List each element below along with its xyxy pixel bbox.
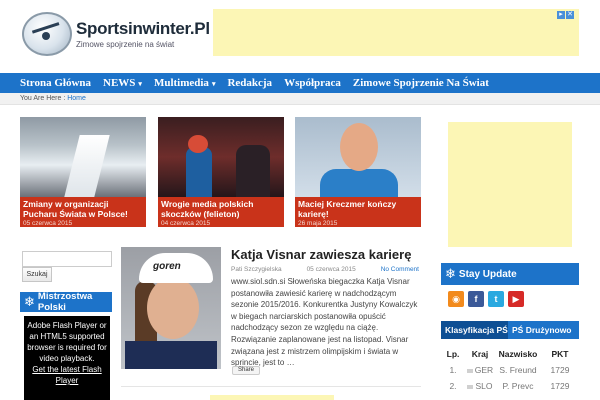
site-logo[interactable]: Sportsinwinter.Pl Zimowe spojrzenie na ś… [22,12,210,56]
country-code: SLO [475,381,493,391]
video-player[interactable]: Adobe Flash Player or an HTML5 supported… [24,316,110,400]
breadcrumb: You Are Here : Home [20,95,86,102]
article-title[interactable]: Katja Visnar zawiesza karierę [231,247,411,262]
share-button[interactable]: Share [232,366,260,375]
country-code: GER [474,365,494,375]
featured-tile-2[interactable]: Wrogie media polskich skoczków (felieton… [158,117,284,227]
site-header: Sportsinwinter.Pl Zimowe spojrzenie na ś… [0,0,600,73]
athlete-portrait-image [295,117,421,199]
article-divider [121,386,421,387]
article-date: 05 czerwca 2015 [306,266,356,273]
search-button[interactable]: Szukaj [22,267,52,282]
site-title: Sportsinwinter.Pl [76,19,210,38]
nav-item-label: Współpraca [284,77,341,89]
breadcrumb-bar: You Are Here : Home [0,93,600,105]
article-meta: Pati Szczygielska 05 czerwca 2015 No Com… [231,266,419,273]
chevron-down-icon: ▾ [138,80,142,88]
col-lp: Lp. [446,349,460,359]
name-cell[interactable]: S. Freund [495,365,541,375]
table-header-row: Lp. Kraj Nazwisko PKT [441,346,579,362]
social-links: ◉ f t ▶ [448,291,524,307]
nav-item-label: NEWS [103,77,136,89]
featured-date: 04 czerwca 2015 [161,220,211,227]
ski-jumpers-media-image [158,117,284,197]
name-cell[interactable]: P. Prevc [495,381,541,391]
widget-title: Mistrzostwa Polski [37,291,93,313]
cap-logo-text: goren [153,261,181,272]
stay-update-title: Stay Update [458,268,517,280]
nav-item-5[interactable]: Zimowe Spojrzenie Na Świat [353,77,489,89]
sidebar-ad-banner[interactable] [448,122,572,247]
bottom-ad-banner[interactable] [210,395,334,400]
col-nazwisko: Nazwisko [498,349,538,359]
flash-required-text: Adobe Flash Player or an HTML5 supported… [27,321,107,363]
featured-title[interactable]: Zmiany w organizacji Pucharu Świata w Po… [23,199,143,219]
col-kraj: Kraj [471,349,489,359]
snowflake-icon: ❄ [24,294,35,309]
snowflake-icon: ❄ [445,266,456,281]
points-cell: 1729 [550,365,570,375]
table-row: 1. GER S. Freund 1729 [441,362,579,378]
breadcrumb-prefix: You Are Here : [20,95,66,102]
rank-cell: 1. [449,365,457,375]
ski-jump-hill-image [20,117,146,197]
site-tagline: Zimowe spojrzenie na świat [76,40,175,49]
featured-title[interactable]: Wrogie media polskich skoczków (felieton… [161,199,281,219]
featured-title[interactable]: Maciej Kreczmer kończy karierę! [298,199,418,219]
rank-cell: 2. [449,381,457,391]
nav-item-label: Redakcja [227,77,273,89]
rss-icon[interactable]: ◉ [448,291,464,307]
nav-item-label: Strona Główna [20,77,92,89]
facebook-icon[interactable]: f [468,291,484,307]
featured-date: 26 maja 2015 [298,220,338,227]
nav-item-label: Multimedia [153,77,209,89]
flag-icon [466,368,473,373]
stay-update-header: ❄ Stay Update [441,263,579,285]
featured-tile-1[interactable]: Zmiany w organizacji Pucharu Świata w Po… [20,117,146,227]
points-cell: 1729 [550,381,570,391]
nav-item-2[interactable]: Multimedia ▾ [154,77,216,89]
ranking-tabs: Klasyfikacja PŚ PŚ Drużynowo [441,321,579,339]
youtube-icon[interactable]: ▶ [508,291,524,307]
article-excerpt: www.siol.sdn.si Słoweńska biegaczka Katj… [231,277,418,368]
article-comments-link[interactable]: No Comment [381,266,419,273]
tab-klasyfikacja-ps[interactable]: Klasyfikacja PŚ [441,321,508,339]
article-author[interactable]: Pati Szczygielska [231,266,282,273]
nav-item-1[interactable]: NEWS ▾ [103,77,142,89]
article-thumbnail[interactable]: goren [121,247,221,369]
top-ad-banner[interactable]: ▸ ✕ [213,9,579,56]
featured-date: 05 czerwca 2015 [23,220,73,227]
twitter-icon[interactable]: t [488,291,504,307]
main-nav: Strona Główna NEWS ▾ Multimedia ▾ Redakcja Wsp… [0,73,600,93]
nav-item-label: Zimowe Spojrzenie Na Świat [352,77,489,89]
search-input[interactable] [22,251,112,267]
ad-choices-icon[interactable]: ▸ ✕ [557,11,575,19]
tab-ps-druzynowo[interactable]: PŚ Drużynowo [508,321,579,339]
country-cell: GER [465,365,495,375]
nav-item-3[interactable]: Redakcja [227,77,272,89]
widget-header-mistrzostwa: ❄ Mistrzostwa Polski [20,291,112,313]
col-pkt: PKT [551,349,569,359]
nav-item-4[interactable]: Współpraca [284,77,341,89]
chevron-down-icon: ▾ [211,80,216,88]
breadcrumb-home-link[interactable]: Home [67,95,86,102]
flag-icon [467,384,474,389]
table-row: 2. SLO P. Prevc 1729 [441,378,579,394]
ski-jumper-logo-icon [22,12,72,56]
nav-item-0[interactable]: Strona Główna [20,77,91,89]
featured-tile-3[interactable]: Maciej Kreczmer kończy karierę! 26 maja … [295,117,421,227]
ranking-table: Lp. Kraj Nazwisko PKT 1. GER S. Freund 1… [441,346,579,394]
country-cell: SLO [465,381,495,391]
get-flash-link[interactable]: Get the latest Flash Player [26,364,108,386]
